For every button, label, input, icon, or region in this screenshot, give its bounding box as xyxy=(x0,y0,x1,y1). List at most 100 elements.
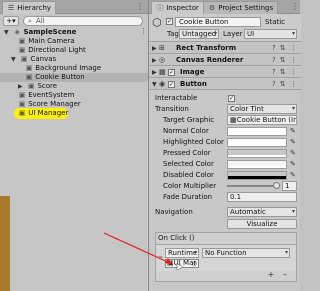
collapse-arrow-icon: ▶ xyxy=(152,57,157,64)
highlighted-color-swatch[interactable] xyxy=(227,138,287,147)
prop-normal-color: Normal Color ✎ xyxy=(149,126,301,137)
hierarchy-item-directional-light[interactable]: ▣ Directional Light xyxy=(18,46,86,55)
layer-label: Layer xyxy=(223,30,243,38)
component-label: Image xyxy=(180,68,205,76)
prop-interactable: Interactable ✓ xyxy=(149,93,301,104)
component-actions-icon[interactable]: ? ⇅ ⋮ xyxy=(272,67,298,78)
expand-arrow-icon: ▼ xyxy=(11,56,16,63)
add-listener-button[interactable]: + xyxy=(266,271,276,280)
multiplier-slider[interactable] xyxy=(227,185,275,187)
prop-label: Transition xyxy=(155,105,189,113)
prop-label: Highlighted Color xyxy=(163,138,224,146)
active-checkbox[interactable]: ✓ xyxy=(166,18,173,25)
target-graphic-value: Cookie Button (In xyxy=(236,116,297,124)
eyedropper-icon[interactable]: ✎ xyxy=(290,170,296,181)
remove-listener-button[interactable]: – xyxy=(280,271,290,280)
hierarchy-toolbar: +▾ ⌕ All xyxy=(0,14,148,28)
object-picker-icon[interactable]: ◎ xyxy=(192,260,197,267)
layer-dropdown[interactable]: UI xyxy=(244,29,297,39)
fade-duration-input[interactable]: 0.1 xyxy=(227,192,297,202)
more-options-icon[interactable]: ⋮ xyxy=(136,1,144,13)
gameobject-icon: ▣ xyxy=(167,259,174,267)
multiplier-input[interactable]: 1 xyxy=(282,181,297,191)
drag-handle-icon[interactable]: = xyxy=(158,254,163,261)
image-header[interactable]: ▶ ▦ ✓ Image ? ⇅ ⋮ xyxy=(149,67,301,78)
eyedropper-icon[interactable]: ✎ xyxy=(290,148,296,159)
normal-color-swatch[interactable] xyxy=(227,127,287,136)
inspector-panel: ⓘ Inspector ⚙ Project Settings ⋮ ⬡ ✓ Coo… xyxy=(148,0,301,291)
object-name-field[interactable]: Cookie Button xyxy=(175,17,261,27)
prop-color-multiplier: Color Multiplier 1 xyxy=(149,181,301,192)
selected-color-swatch[interactable] xyxy=(227,160,287,169)
hierarchy-item-cookie-button[interactable]: ▣ Cookie Button xyxy=(25,73,85,82)
hierarchy-item-ui-manager[interactable]: ▣ UI Manager xyxy=(18,109,69,118)
prop-label: Normal Color xyxy=(163,127,209,135)
rect-transform-header[interactable]: ▶ ⊞ Rect Transform ? ⇅ ⋮ xyxy=(149,43,301,54)
tab-inspector[interactable]: ⓘ Inspector xyxy=(151,1,204,14)
tag-dropdown[interactable]: Untagged xyxy=(179,29,219,39)
list-icon: ☰ xyxy=(7,4,15,12)
scene-menu-icon[interactable]: ⋮ xyxy=(140,27,147,35)
transition-dropdown[interactable]: Color Tint xyxy=(227,104,297,114)
tab-project-settings-label: Project Settings xyxy=(218,4,274,12)
component-actions-icon[interactable]: ? ⇅ ⋮ xyxy=(272,43,298,54)
interactable-checkbox[interactable]: ✓ xyxy=(228,95,235,102)
component-label: Rect Transform xyxy=(176,44,237,52)
rect-transform-icon: ⊞ xyxy=(159,44,165,52)
prop-label: Pressed Color xyxy=(163,149,211,157)
eyedropper-icon[interactable]: ✎ xyxy=(290,137,296,148)
object-header: ⬡ ✓ Cookie Button Static Tag Untagged La… xyxy=(149,14,301,42)
canvas-renderer-header[interactable]: ▶ ◎ Canvas Renderer ? ⇅ ⋮ xyxy=(149,55,301,66)
component-label: Canvas Renderer xyxy=(176,56,244,64)
gameobject-icon: ▣ xyxy=(27,82,35,90)
gameobject-icon: ▣ xyxy=(18,37,26,45)
item-label: Background Image xyxy=(35,64,102,72)
button-header[interactable]: ▼ ◉ ✓ Button ? ⇅ ⋮ xyxy=(149,79,301,90)
button-enabled-checkbox[interactable]: ✓ xyxy=(168,81,175,88)
disabled-color-swatch[interactable] xyxy=(227,171,287,180)
search-placeholder: All xyxy=(36,17,45,25)
prop-target-graphic: Target Graphic ▦Cookie Button (In xyxy=(149,115,301,126)
static-label: Static xyxy=(265,18,286,26)
onclick-title: On Click () xyxy=(158,234,195,242)
gameobject-icon: ▣ xyxy=(25,64,33,72)
gear-icon: ⚙ xyxy=(208,4,216,12)
function-dropdown[interactable]: No Function xyxy=(202,248,290,258)
component-actions-icon[interactable]: ? ⇅ ⋮ xyxy=(272,55,298,66)
tab-project-settings[interactable]: ⚙ Project Settings xyxy=(203,1,279,14)
eyedropper-icon[interactable]: ✎ xyxy=(290,159,296,170)
expand-arrow-icon: ▼ xyxy=(152,81,157,88)
prop-navigation: Navigation Automatic xyxy=(149,207,301,218)
hierarchy-search-input[interactable]: ⌕ All xyxy=(23,16,143,26)
navigation-dropdown[interactable]: Automatic xyxy=(227,207,297,217)
prop-label: Selected Color xyxy=(163,160,214,168)
tab-hierarchy[interactable]: ☰ Hierarchy xyxy=(2,1,57,14)
prop-label: Target Graphic xyxy=(163,116,215,124)
hierarchy-item-score[interactable]: ▶ ▣ Score xyxy=(18,82,57,91)
scene-view-edge xyxy=(0,196,10,291)
pressed-color-swatch[interactable] xyxy=(227,149,287,158)
hierarchy-tabbar: ☰ Hierarchy ⋮ xyxy=(0,0,148,14)
image-enabled-checkbox[interactable]: ✓ xyxy=(168,69,175,76)
hierarchy-item-canvas[interactable]: ▼ ▣ Canvas xyxy=(11,55,56,64)
eyedropper-icon[interactable]: ✎ xyxy=(290,126,296,137)
item-label: EventSystem xyxy=(28,91,75,99)
target-graphic-field[interactable]: ▦Cookie Button (In xyxy=(227,115,297,125)
collapse-arrow-icon: ▶ xyxy=(152,45,157,52)
mouse-cursor-icon: ➤ xyxy=(175,262,184,273)
component-actions-icon[interactable]: ? ⇅ ⋮ xyxy=(272,79,298,90)
visualize-button[interactable]: Visualize xyxy=(227,219,297,229)
scene-label: SampleScene xyxy=(23,28,77,36)
hierarchy-item-background-image[interactable]: ▣ Background Image xyxy=(25,64,101,73)
scene-row[interactable]: ▼ ◈ SampleScene xyxy=(4,28,76,37)
tab-inspector-label: Inspector xyxy=(166,4,199,12)
multiplier-slider-handle[interactable] xyxy=(273,182,280,189)
hierarchy-item-main-camera[interactable]: ▣ Main Camera xyxy=(18,37,75,46)
hierarchy-item-eventsystem[interactable]: ▣ EventSystem xyxy=(18,91,75,100)
runtime-dropdown[interactable]: Runtime xyxy=(165,248,199,258)
tab-hierarchy-label: Hierarchy xyxy=(17,4,52,12)
add-button[interactable]: +▾ xyxy=(3,16,19,26)
info-icon: ⓘ xyxy=(156,4,164,12)
collapse-arrow-icon: ▶ xyxy=(18,83,23,90)
more-options-icon[interactable]: ⋮ xyxy=(291,1,299,13)
